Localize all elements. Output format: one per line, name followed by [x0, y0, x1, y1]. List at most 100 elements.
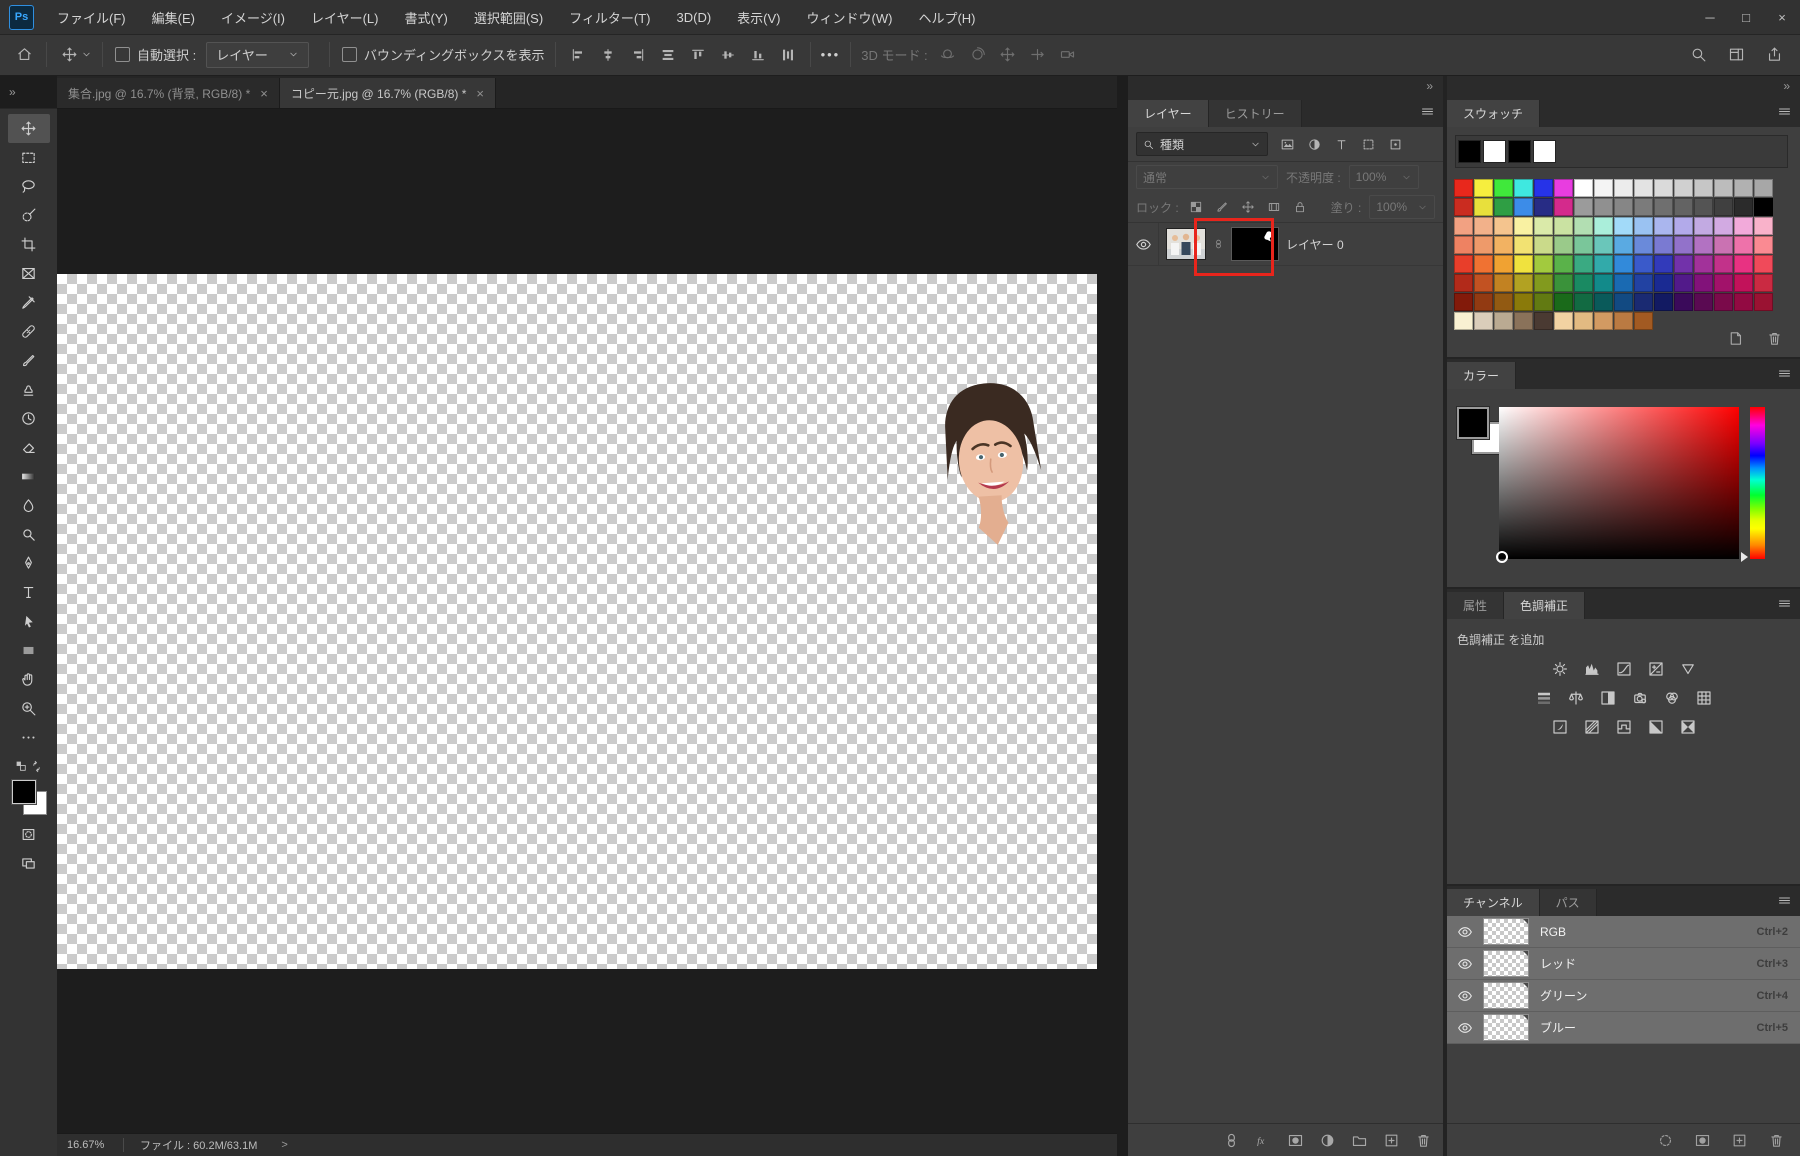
- color-swatch[interactable]: [1514, 312, 1533, 330]
- filter-smart-object-icon[interactable]: [1385, 132, 1405, 156]
- lock-artboard-icon[interactable]: [1265, 195, 1283, 219]
- color-lookup-icon[interactable]: [1693, 687, 1715, 709]
- menu-window[interactable]: ウィンドウ(W): [794, 0, 906, 34]
- color-swatch[interactable]: [1654, 198, 1673, 216]
- eraser-tool[interactable]: [8, 433, 50, 462]
- tab-layers[interactable]: レイヤー: [1128, 100, 1209, 127]
- exposure-icon[interactable]: [1645, 658, 1667, 680]
- panel-menu-icon[interactable]: [1420, 104, 1435, 119]
- color-swatch[interactable]: [1634, 293, 1653, 311]
- doc-tab-shugo[interactable]: 集合.jpg @ 16.7% (背景, RGB/8) * ×: [57, 78, 280, 108]
- color-swatch[interactable]: [1654, 255, 1673, 273]
- color-swatch[interactable]: [1554, 274, 1573, 292]
- color-swatch[interactable]: [1554, 255, 1573, 273]
- color-swatch[interactable]: [1694, 293, 1713, 311]
- load-selection-button[interactable]: [1653, 1128, 1677, 1152]
- color-swatch[interactable]: [1474, 293, 1493, 311]
- color-swatch[interactable]: [1614, 255, 1633, 273]
- new-adjustment-layer-button[interactable]: [1317, 1128, 1337, 1152]
- color-swatch[interactable]: [1634, 236, 1653, 254]
- align-left-edges-button[interactable]: [566, 43, 590, 67]
- color-swatch[interactable]: [1694, 198, 1713, 216]
- color-swatch[interactable]: [1494, 217, 1513, 235]
- channel-visibility-eye-icon[interactable]: [1447, 1020, 1483, 1036]
- levels-icon[interactable]: [1581, 658, 1603, 680]
- align-bottom-edges-button[interactable]: [746, 43, 770, 67]
- color-swatch[interactable]: [1594, 217, 1613, 235]
- maximize-button[interactable]: □: [1728, 2, 1764, 32]
- channel-visibility-eye-icon[interactable]: [1447, 988, 1483, 1004]
- filter-image-icon[interactable]: [1277, 132, 1297, 156]
- doc-tab-copymoto-close-icon[interactable]: ×: [476, 86, 484, 101]
- lock-transparency-icon[interactable]: [1187, 195, 1205, 219]
- default-and-swap-colors[interactable]: [8, 756, 50, 776]
- 3d-slide-button[interactable]: [1026, 43, 1050, 67]
- color-swatch[interactable]: [1494, 293, 1513, 311]
- color-swatch[interactable]: [1454, 274, 1473, 292]
- hue-saturation-icon[interactable]: [1533, 687, 1555, 709]
- color-swatch[interactable]: [1594, 293, 1613, 311]
- color-swatch[interactable]: [1754, 198, 1773, 216]
- filter-adjustment-icon[interactable]: [1304, 132, 1324, 156]
- filter-type-icon[interactable]: [1331, 132, 1351, 156]
- color-swatch[interactable]: [1534, 179, 1553, 197]
- color-swatch[interactable]: [1634, 274, 1653, 292]
- chevron-down-icon[interactable]: [81, 49, 92, 60]
- threshold-icon[interactable]: [1613, 716, 1635, 738]
- panel-collapse[interactable]: »: [1128, 75, 1443, 97]
- 3d-roll-button[interactable]: [966, 43, 990, 67]
- color-swatch[interactable]: [1454, 198, 1473, 216]
- color-swatch[interactable]: [1494, 255, 1513, 273]
- doc-tab-copymoto[interactable]: コピー元.jpg @ 16.7% (RGB/8) * ×: [279, 78, 496, 108]
- gradient-map-icon[interactable]: [1645, 716, 1667, 738]
- color-swatch[interactable]: [1714, 179, 1733, 197]
- lock-pixels-icon[interactable]: [1213, 195, 1231, 219]
- tab-properties[interactable]: 属性: [1447, 592, 1505, 619]
- zoom-tool[interactable]: [8, 694, 50, 723]
- color-swatch[interactable]: [1674, 274, 1693, 292]
- color-swatch[interactable]: [1654, 179, 1673, 197]
- color-swatch[interactable]: [1674, 255, 1693, 273]
- menu-filter[interactable]: フィルター(T): [556, 0, 663, 34]
- color-swatch[interactable]: [1674, 198, 1693, 216]
- hue-slider-marker[interactable]: [1741, 552, 1748, 562]
- layer-effects-button[interactable]: fx: [1253, 1128, 1273, 1152]
- color-swatch[interactable]: [1654, 293, 1673, 311]
- color-swatch[interactable]: [1574, 198, 1593, 216]
- toolbar-foreground-swatch[interactable]: [11, 780, 36, 804]
- auto-select-checkbox[interactable]: [115, 47, 130, 62]
- menu-image[interactable]: イメージ(I): [208, 0, 298, 34]
- color-swatch[interactable]: [1574, 236, 1593, 254]
- path-selection-tool[interactable]: [8, 607, 50, 636]
- zoom-level-field[interactable]: 16.67%: [57, 1139, 123, 1151]
- color-swatch[interactable]: [1494, 236, 1513, 254]
- crop-tool[interactable]: [8, 230, 50, 259]
- channel-row-レッド[interactable]: レッド Ctrl+3: [1447, 948, 1800, 980]
- color-swatch[interactable]: [1694, 274, 1713, 292]
- hand-tool[interactable]: [8, 665, 50, 694]
- channel-mixer-icon[interactable]: [1661, 687, 1683, 709]
- color-swatch[interactable]: [1694, 236, 1713, 254]
- menu-view[interactable]: 表示(V): [724, 0, 793, 34]
- color-swatch[interactable]: [1594, 198, 1613, 216]
- color-swatch[interactable]: [1714, 274, 1733, 292]
- color-swatch[interactable]: [1654, 236, 1673, 254]
- color-swatch[interactable]: [1594, 236, 1613, 254]
- color-balance-icon[interactable]: [1565, 687, 1587, 709]
- photo-filter-icon[interactable]: [1629, 687, 1651, 709]
- color-swatch[interactable]: [1534, 255, 1553, 273]
- channel-row-グリーン[interactable]: グリーン Ctrl+4: [1447, 980, 1800, 1012]
- recent-swatch[interactable]: [1508, 140, 1531, 163]
- lock-position-icon[interactable]: [1239, 195, 1257, 219]
- saturation-brightness-field[interactable]: [1499, 407, 1739, 559]
- menu-file[interactable]: ファイル(F): [44, 0, 139, 34]
- color-swatch[interactable]: [1614, 217, 1633, 235]
- recent-swatch[interactable]: [1483, 140, 1506, 163]
- quick-mask-button[interactable]: [8, 820, 50, 849]
- color-swatch[interactable]: [1714, 236, 1733, 254]
- menu-3d[interactable]: 3D(D): [664, 0, 725, 34]
- recent-swatch[interactable]: [1458, 140, 1481, 163]
- canvas-viewport[interactable]: [57, 109, 1117, 1133]
- color-swatch[interactable]: [1534, 293, 1553, 311]
- color-swatch[interactable]: [1754, 236, 1773, 254]
